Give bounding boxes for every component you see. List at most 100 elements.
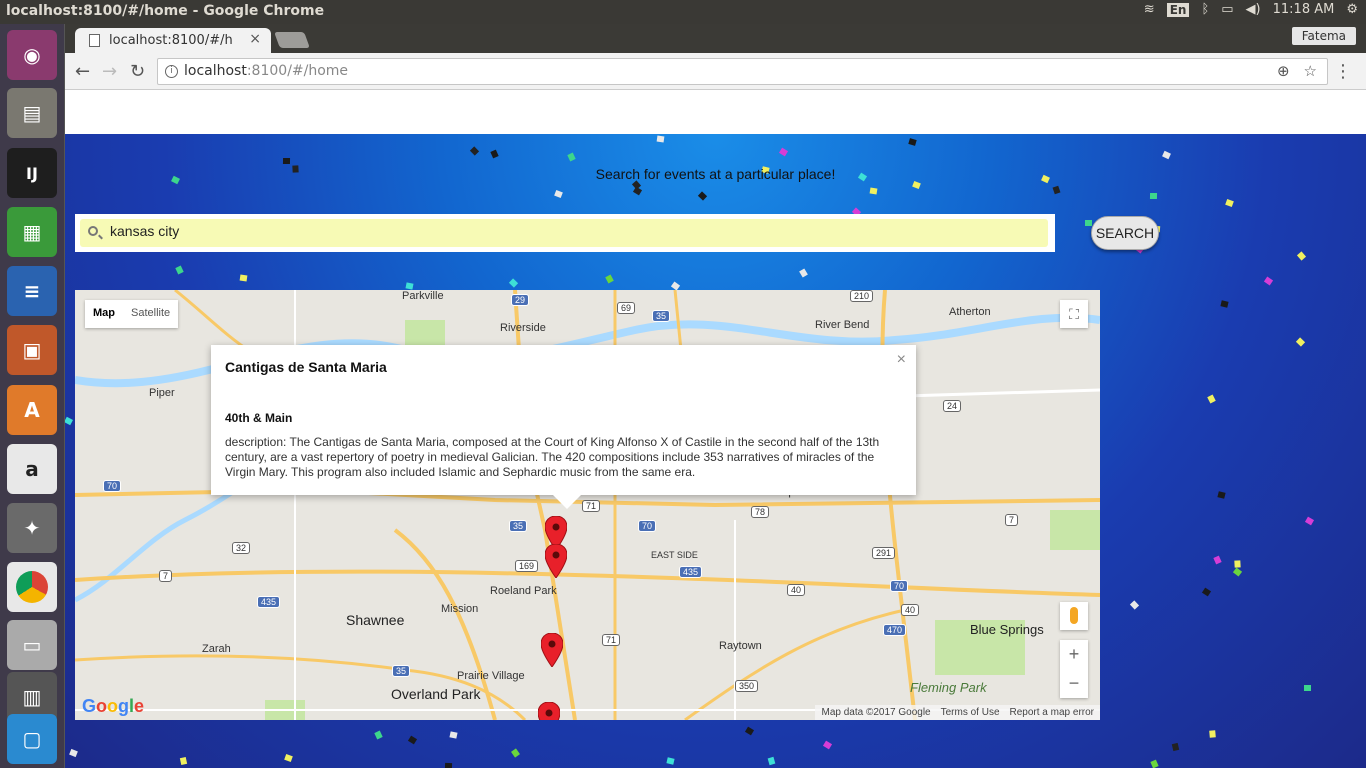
info-window-close-icon[interactable]: × — [897, 351, 906, 369]
highway-shield: 35 — [652, 310, 671, 322]
writer-icon[interactable]: ≡ — [7, 266, 57, 316]
amazon-icon[interactable]: a — [7, 444, 57, 494]
confetti-piece — [408, 735, 418, 744]
place-label: EAST SIDE — [651, 550, 698, 560]
google-logo[interactable]: Google — [82, 696, 144, 717]
disk-icon[interactable]: ▭ — [7, 620, 57, 670]
back-arrow-icon[interactable]: ← — [75, 61, 90, 82]
system-settings-icon[interactable]: ✦ — [7, 503, 57, 553]
report-map-error-link[interactable]: Report a map error — [1010, 707, 1094, 718]
fullscreen-icon[interactable]: ⛶ — [1060, 300, 1088, 328]
confetti-piece — [605, 274, 614, 284]
location-icon[interactable]: ⊕ — [1277, 62, 1290, 80]
settings-gear-icon[interactable]: ⚙ — [1346, 2, 1358, 17]
reload-icon[interactable]: ↻ — [130, 61, 145, 82]
confetti-piece — [283, 753, 293, 762]
place-label: Overland Park — [391, 686, 481, 702]
location-search-input[interactable] — [110, 223, 1010, 239]
battery-icon[interactable]: ▭ — [1221, 2, 1233, 17]
map-type-control: Map Satellite — [85, 300, 179, 328]
confetti-piece — [1129, 600, 1139, 610]
volume-icon[interactable]: ◀) — [1246, 2, 1261, 17]
search-icon — [88, 226, 98, 236]
highway-shield: 435 — [679, 566, 703, 578]
bluetooth-icon[interactable]: ᛒ — [1201, 2, 1209, 17]
zoom-out-button[interactable]: − — [1060, 669, 1088, 698]
highway-shield: 350 — [735, 680, 759, 692]
map-type-map-button[interactable]: Map — [85, 300, 123, 328]
highway-shield: 70 — [890, 580, 909, 592]
highway-shield: 71 — [582, 500, 601, 512]
url-host: localhost — [184, 63, 247, 79]
confetti-piece — [1150, 759, 1159, 768]
confetti-piece — [405, 282, 414, 290]
confetti-piece — [1232, 567, 1242, 577]
confetti-piece — [908, 138, 917, 146]
event-title: Cantigas de Santa Maria — [225, 359, 387, 375]
event-description: description: The Cantigas de Santa Maria… — [225, 435, 880, 479]
place-label: Mission — [441, 603, 479, 615]
tab-home[interactable]: localhost:8100/#/h × — [75, 28, 271, 53]
remote-desktop-icon[interactable]: ▢ — [7, 714, 57, 764]
place-label: Fleming Park — [910, 680, 987, 695]
language-indicator[interactable]: En — [1166, 2, 1190, 17]
event-marker[interactable] — [545, 544, 567, 578]
event-marker[interactable] — [541, 633, 563, 667]
software-center-icon[interactable]: A — [7, 385, 57, 435]
highway-shield: 24 — [943, 400, 962, 412]
confetti-piece — [798, 268, 808, 278]
profile-button[interactable]: Fatema — [1291, 27, 1356, 45]
bookmark-star-icon[interactable]: ☆ — [1304, 62, 1317, 80]
confetti-piece — [180, 756, 188, 766]
clock[interactable]: 11:18 AM — [1273, 2, 1335, 17]
terms-of-use-link[interactable]: Terms of Use — [941, 707, 1000, 718]
confetti-piece — [508, 278, 519, 288]
chrome-icon[interactable] — [7, 562, 57, 612]
address-bar[interactable]: i localhost:8100/#/home ⊕ ☆ — [157, 58, 1328, 85]
confetti-piece — [1209, 730, 1216, 738]
window-title: localhost:8100/#/home - Google Chrome — [6, 3, 325, 19]
google-map[interactable]: Parkville Riverside River Bend Atherton … — [75, 290, 1100, 720]
street-view-pegman-icon[interactable] — [1060, 602, 1088, 630]
confetti-piece — [1202, 587, 1212, 597]
forward-arrow-icon[interactable]: → — [102, 61, 117, 82]
confetti-piece — [240, 274, 248, 282]
highway-shield: 435 — [257, 596, 281, 608]
confetti-piece — [671, 281, 681, 291]
highway-shield: 32 — [232, 542, 251, 554]
site-info-icon[interactable]: i — [165, 65, 178, 78]
spreadsheet-icon[interactable]: ▦ — [7, 207, 57, 257]
confetti-piece — [282, 157, 290, 164]
confetti-piece — [511, 748, 521, 758]
confetti-piece — [1296, 251, 1306, 261]
confetti-piece — [1149, 193, 1157, 200]
confetti-piece — [1207, 394, 1216, 404]
confetti-piece — [869, 187, 878, 195]
search-button[interactable]: SEARCH — [1091, 216, 1159, 250]
map-type-satellite-button[interactable]: Satellite — [123, 300, 178, 328]
files-icon[interactable]: ▤ — [7, 88, 57, 138]
place-label: Piper — [149, 387, 175, 399]
place-label: Riverside — [500, 322, 546, 334]
zoom-in-button[interactable]: + — [1060, 640, 1088, 669]
unity-launcher: ◉ ▤ IJ ▦ ≡ ▣ A a ✦ ▭ ▥ ▢ — [0, 24, 65, 768]
new-tab-button[interactable] — [274, 32, 310, 48]
highway-shield: 69 — [617, 302, 636, 314]
system-tray: ≋ En ᛒ ▭ ◀) 11:18 AM ⚙ — [1144, 2, 1358, 17]
highway-shield: 78 — [751, 506, 770, 518]
ubuntu-dash-icon[interactable]: ◉ — [7, 30, 57, 80]
highway-shield: 35 — [509, 520, 528, 532]
confetti-piece — [374, 730, 383, 740]
highway-shield: 291 — [872, 547, 896, 559]
tab-close-icon[interactable]: × — [249, 31, 261, 47]
event-marker[interactable] — [538, 702, 560, 720]
highway-shield: 40 — [901, 604, 920, 616]
confetti-piece — [666, 757, 675, 765]
url-path: :8100/#/home — [246, 63, 349, 79]
chrome-menu-icon[interactable]: ⋮ — [1334, 61, 1352, 82]
intellij-icon[interactable]: IJ — [7, 148, 57, 198]
wifi-icon[interactable]: ≋ — [1144, 2, 1155, 17]
confetti-piece — [1084, 220, 1092, 227]
confetti-piece — [1225, 199, 1235, 208]
impress-icon[interactable]: ▣ — [7, 325, 57, 375]
